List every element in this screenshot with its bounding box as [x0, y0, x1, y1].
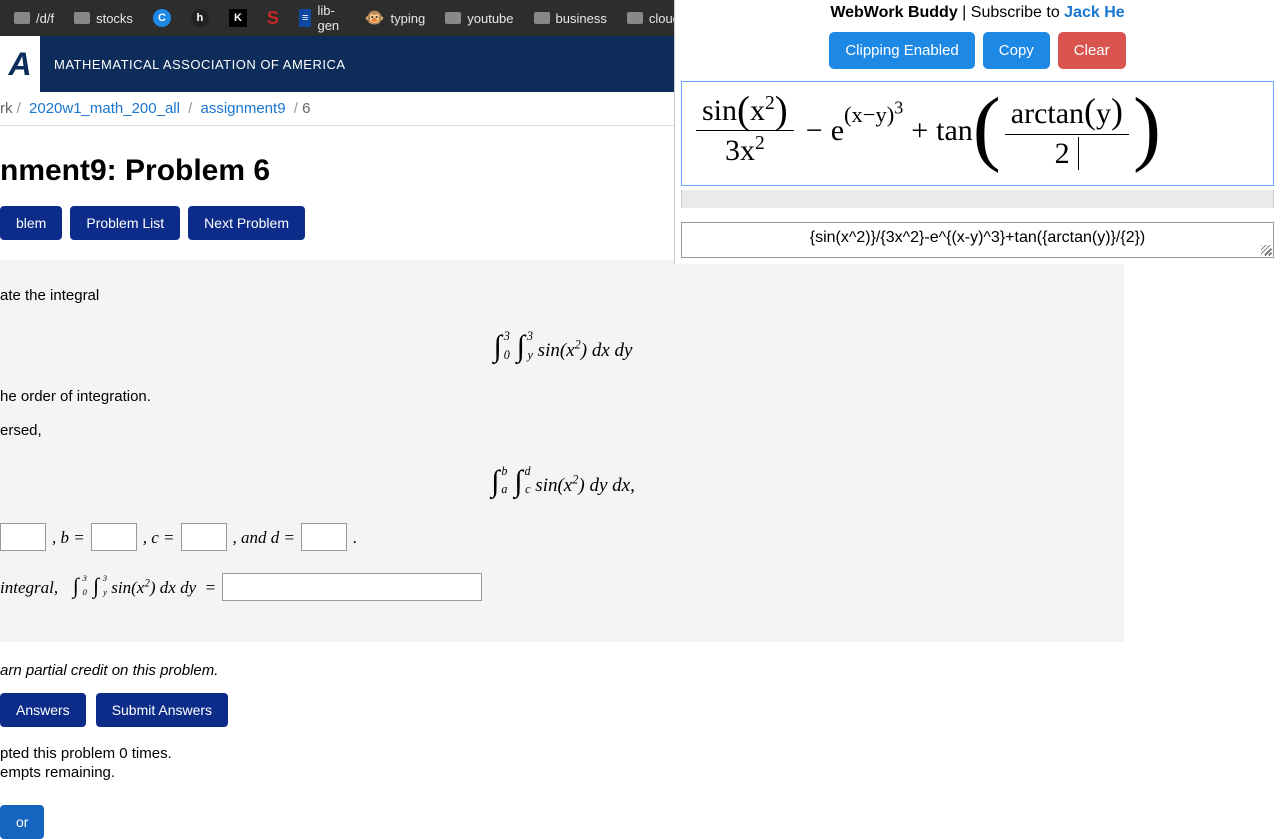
maa-logo: A — [0, 36, 40, 92]
ext-title-rest: | Subscribe to — [958, 4, 1064, 21]
code-text: {sin(x^2)}/{3x^2}-e^{(x-y)^3}+tan({arcta… — [810, 229, 1146, 246]
bookmark-label: youtube — [467, 11, 513, 26]
bookmark-k[interactable]: K — [221, 5, 255, 31]
input-a[interactable] — [0, 523, 46, 551]
breadcrumb-problem: 6 — [302, 100, 310, 117]
code-output[interactable]: {sin(x^2)}/{3x^2}-e^{(x-y)^3}+tan({arcta… — [681, 222, 1274, 258]
problem-text: ate the integral — [0, 284, 1124, 308]
maa-text: MATHEMATICAL ASSOCIATION OF AMERICA — [54, 57, 346, 72]
next-problem-button[interactable]: Next Problem — [188, 206, 305, 240]
bookmark-label: /d/f — [36, 11, 54, 26]
folder-icon — [74, 12, 90, 24]
math-preview: sin(x2)3x2 − e(x−y)3 + tan( arctan(y)2 ) — [681, 81, 1274, 186]
clipping-toggle-button[interactable]: Clipping Enabled — [829, 32, 974, 69]
site-icon: S — [267, 8, 279, 29]
label-d: , and d = — [233, 524, 295, 551]
folder-icon — [14, 12, 30, 24]
label-b: , b = — [52, 524, 85, 551]
partial-credit-note: arn partial credit on this problem. — [0, 662, 1124, 679]
bounds-input-row: , b = , c = , and d = . — [0, 523, 1124, 551]
attempts-info: pted this problem 0 times. empts remaini… — [0, 745, 1124, 781]
integral-label: integral, ∫30 ∫3y sin(x2) dx dy = — [0, 569, 216, 604]
breadcrumb-course[interactable]: 2020w1_math_200_all — [29, 100, 180, 117]
bookmark-c[interactable]: C — [145, 5, 179, 31]
site-icon: K — [229, 9, 247, 27]
problem-text: he order of integration. — [0, 385, 1124, 409]
extension-panel: WebWork Buddy | Subscribe to Jack He Cli… — [674, 0, 1280, 264]
breadcrumb-sep: / — [188, 100, 196, 117]
bookmark-label: lib-gen — [317, 3, 344, 33]
bookmarks-bar: /d/f stocks C h K S ≡ lib-gen 🐵 typing you… — [0, 0, 674, 36]
attempts-line: empts remaining. — [0, 764, 1124, 781]
bookmark-df[interactable]: /d/f — [6, 7, 62, 30]
action-buttons: Answers Submit Answers — [0, 693, 1124, 727]
problem-text: ersed, — [0, 419, 1124, 443]
resize-bar[interactable] — [681, 190, 1274, 208]
bookmark-s[interactable]: S — [259, 4, 287, 33]
breadcrumb-sep: / — [17, 100, 25, 117]
math-integral-1: ∫30 ∫3y sin(x2) dx dy — [0, 322, 1124, 371]
label-dot: . — [353, 524, 357, 551]
folder-icon — [445, 12, 461, 24]
maa-header: A MATHEMATICAL ASSOCIATION OF AMERICA — [0, 36, 674, 92]
input-integral[interactable] — [222, 573, 482, 601]
monkey-icon: 🐵 — [365, 8, 385, 28]
bookmark-label: business — [556, 11, 607, 26]
input-d[interactable] — [301, 523, 347, 551]
copy-button[interactable]: Copy — [983, 32, 1050, 69]
input-b[interactable] — [91, 523, 137, 551]
bottom-button[interactable]: or — [0, 805, 44, 839]
extension-header: WebWork Buddy | Subscribe to Jack He Cli… — [675, 0, 1280, 79]
folder-icon — [534, 12, 550, 24]
site-icon: C — [153, 9, 171, 27]
problem-list-button[interactable]: Problem List — [70, 206, 180, 240]
clear-button[interactable]: Clear — [1058, 32, 1126, 69]
breadcrumb-part: rk — [0, 100, 13, 117]
ext-title-strong: WebWork Buddy — [830, 4, 957, 21]
folder-icon — [627, 12, 643, 24]
math-integral-2: ∫ba ∫dc sin(x2) dy dx, — [0, 457, 1124, 506]
problem-box: ate the integral ∫30 ∫3y sin(x2) dx dy h… — [0, 260, 1124, 642]
bookmark-label: stocks — [96, 11, 133, 26]
bookmark-libgen[interactable]: ≡ lib-gen — [291, 0, 353, 37]
extension-title: WebWork Buddy | Subscribe to Jack He — [675, 4, 1280, 22]
extension-buttons: Clipping Enabled Copy Clear — [675, 32, 1280, 69]
integral-answer-row: integral, ∫30 ∫3y sin(x2) dx dy = — [0, 569, 1124, 604]
breadcrumb-sep: / — [294, 100, 302, 117]
resize-handle-icon[interactable] — [1261, 245, 1271, 255]
input-c[interactable] — [181, 523, 227, 551]
submit-answers-button[interactable]: Submit Answers — [96, 693, 228, 727]
preview-answers-button[interactable]: Answers — [0, 693, 86, 727]
ext-title-link[interactable]: Jack He — [1064, 4, 1125, 21]
bookmark-typing[interactable]: 🐵 typing — [357, 4, 434, 32]
label-c: , c = — [143, 524, 175, 551]
prev-problem-button[interactable]: blem — [0, 206, 62, 240]
site-icon: ≡ — [299, 9, 312, 27]
attempts-line: pted this problem 0 times. — [0, 745, 1124, 762]
bookmark-h[interactable]: h — [183, 5, 217, 31]
breadcrumb-assignment[interactable]: assignment9 — [200, 100, 285, 117]
bookmark-label: typing — [391, 11, 426, 26]
bookmark-youtube[interactable]: youtube — [437, 7, 521, 30]
bookmark-business[interactable]: business — [526, 7, 615, 30]
site-icon: h — [191, 9, 209, 27]
bookmark-stocks[interactable]: stocks — [66, 7, 141, 30]
